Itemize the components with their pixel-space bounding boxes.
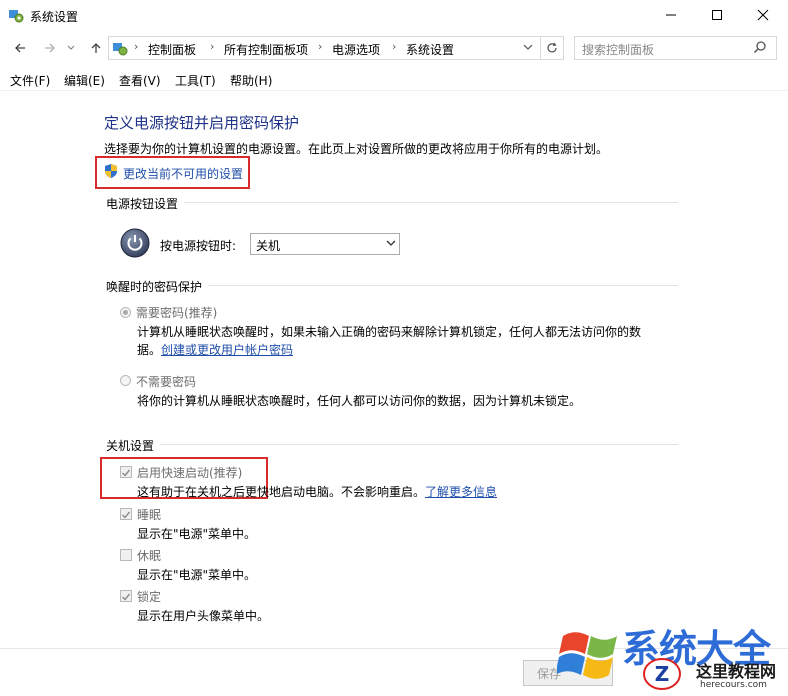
maximize-button[interactable] (694, 0, 740, 30)
hibernate-desc: 显示在"电源"菜单中。 (137, 568, 257, 582)
breadcrumb-power-options[interactable]: 电源选项 (332, 41, 380, 58)
address-dropdown-button[interactable] (522, 40, 534, 54)
windows-logo-icon (557, 632, 617, 679)
close-icon (757, 9, 769, 21)
section-shutdown: 关机设置 (106, 439, 155, 453)
fast-startup-desc: 这有助于在关机之后更快地启动电脑。不会影响重启。 (137, 485, 426, 499)
sleep-desc: 显示在"电源"菜单中。 (137, 527, 257, 541)
section-divider (208, 285, 678, 286)
fast-startup-label: 启用快速启动(推荐) (137, 466, 243, 480)
section-power-button: 电源按钮设置 (106, 197, 179, 211)
refresh-icon (547, 42, 557, 53)
no-password-radio[interactable] (120, 375, 131, 386)
search-icon[interactable] (753, 40, 767, 54)
minimize-button[interactable] (648, 0, 694, 30)
up-arrow-icon (91, 43, 101, 53)
sleep-label: 睡眠 (137, 508, 162, 522)
hibernate-checkbox[interactable] (120, 549, 132, 561)
page-description: 选择要为你的计算机设置的电源设置。在此页上对设置所做的更改将应用于你所有的电源计… (104, 142, 609, 156)
section-divider (184, 202, 678, 203)
menu-view[interactable]: 查看(V) (119, 72, 161, 89)
require-password-label: 需要密码(推荐) (136, 306, 218, 320)
sleep-checkbox[interactable] (120, 508, 132, 520)
require-password-desc: 计算机从睡眠状态唤醒时，如果未输入正确的密码来解除计算机锁定，任何人都无法访问你… (137, 325, 642, 339)
lock-label: 锁定 (137, 590, 162, 604)
power-button-label: 按电源按钮时: (160, 239, 237, 253)
menu-file[interactable]: 文件(F) (10, 72, 50, 89)
refresh-button[interactable] (540, 36, 564, 60)
forward-button[interactable] (40, 38, 60, 58)
page-title: 定义电源按钮并启用密码保护 (104, 114, 300, 132)
section-wake-password: 唤醒时的密码保护 (106, 280, 203, 294)
menu-help[interactable]: 帮助(H) (230, 72, 272, 89)
power-select-value: 关机 (256, 239, 281, 253)
breadcrumb-separator-icon: › (318, 40, 323, 53)
breadcrumb-control-panel[interactable]: 控制面板 (148, 41, 196, 58)
power-icon (120, 228, 150, 258)
breadcrumb-separator-icon: › (134, 40, 139, 53)
breadcrumb-system-settings[interactable]: 系统设置 (406, 41, 454, 58)
uac-shield-icon (105, 164, 117, 178)
control-panel-icon (113, 43, 128, 56)
back-arrow-icon (15, 43, 25, 53)
menu-tools[interactable]: 工具(T) (175, 72, 216, 89)
chevron-down-icon (523, 44, 533, 50)
checkmark-icon (122, 469, 131, 477)
search-placeholder: 搜索控制面板 (582, 43, 655, 57)
create-change-password-link[interactable]: 创建或更改用户帐户密码 (161, 341, 293, 358)
minimize-icon (666, 14, 676, 16)
radio-selected-dot (123, 310, 128, 315)
no-password-label: 不需要密码 (136, 375, 197, 389)
maximize-icon (712, 10, 722, 20)
watermark-site-url: herecours.com (700, 680, 767, 690)
section-divider (160, 444, 678, 445)
checkmark-icon (122, 511, 131, 519)
breadcrumb-separator-icon: › (392, 40, 397, 53)
no-password-desc: 将你的计算机从睡眠状态唤醒时，任何人都可以访问你的数据，因为计算机未锁定。 (137, 394, 582, 408)
app-icon (9, 10, 24, 23)
window-title: 系统设置 (30, 10, 79, 24)
hibernate-label: 休眠 (137, 549, 162, 563)
require-password-radio[interactable] (120, 307, 131, 318)
fast-startup-checkbox[interactable] (120, 466, 132, 478)
menu-edit[interactable]: 编辑(E) (64, 72, 105, 89)
checkmark-icon (122, 593, 131, 601)
recent-pages-button[interactable] (64, 38, 78, 58)
chevron-down-icon (67, 45, 75, 50)
watermark-site-name: 这里教程网 (696, 662, 777, 681)
watermark-badge-icon: Z (643, 658, 681, 690)
breadcrumb-all-items[interactable]: 所有控制面板项 (224, 41, 308, 58)
lock-checkbox[interactable] (120, 590, 132, 602)
breadcrumb-separator-icon: › (210, 40, 215, 53)
close-button[interactable] (740, 0, 786, 30)
require-password-desc-cont: 据。 (137, 343, 162, 357)
chevron-down-icon (386, 240, 396, 246)
change-unavailable-settings-link[interactable]: 更改当前不可用的设置 (123, 165, 243, 182)
up-button[interactable] (86, 38, 106, 58)
learn-more-link[interactable]: 了解更多信息 (425, 483, 497, 500)
back-button[interactable] (10, 38, 30, 58)
forward-arrow-icon (45, 43, 55, 53)
svg-text:Z: Z (655, 662, 670, 686)
lock-desc: 显示在用户头像菜单中。 (137, 609, 270, 623)
